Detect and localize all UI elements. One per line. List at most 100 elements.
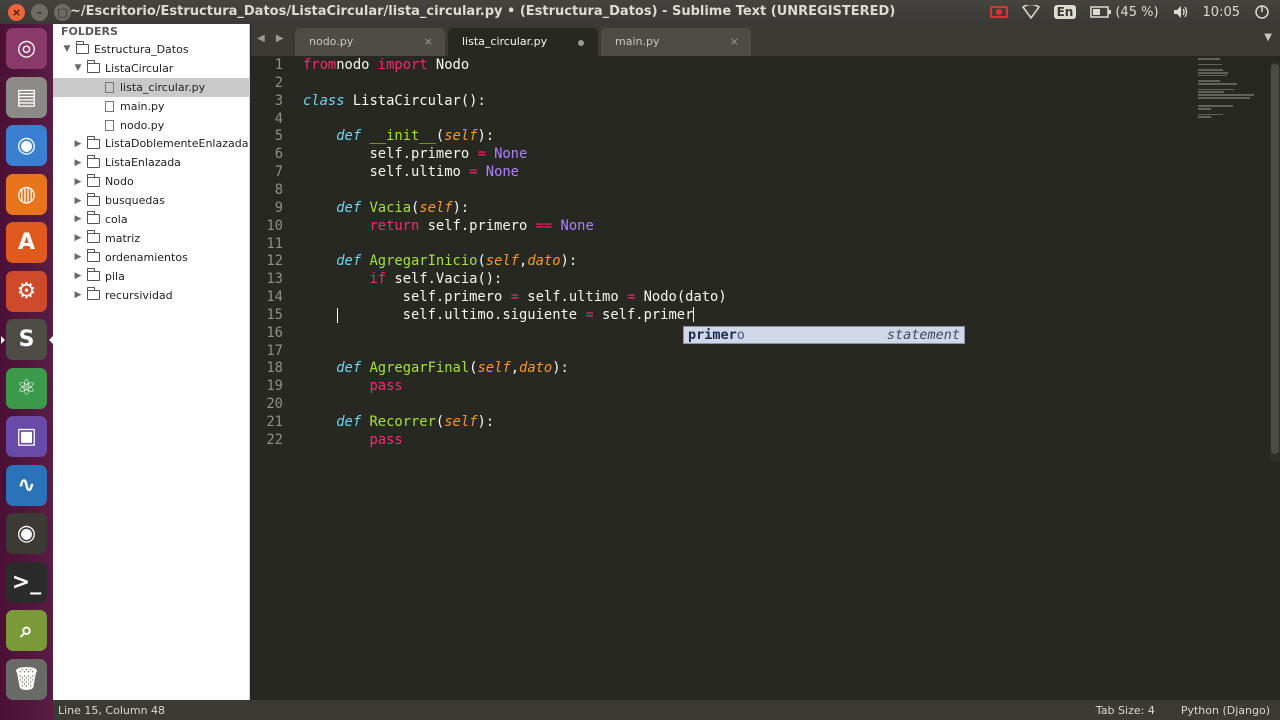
- folder-item[interactable]: ▶ recursividad: [53, 286, 249, 305]
- system-monitor-icon[interactable]: ∿: [6, 464, 47, 506]
- code-token: =: [477, 146, 486, 163]
- chromium-icon[interactable]: ◉: [6, 125, 47, 166]
- folder-item[interactable]: ▶ pila: [53, 267, 249, 286]
- system-settings-icon[interactable]: ⚙: [6, 270, 47, 312]
- line-number: 8: [274, 181, 283, 198]
- session-menu-icon[interactable]: [1254, 4, 1270, 20]
- vertical-scrollbar[interactable]: [1270, 62, 1280, 462]
- folder-item[interactable]: ▼ ListaCircular: [53, 59, 249, 78]
- folder-item[interactable]: ▶ ListaEnlazada: [53, 153, 249, 172]
- media-player-icon[interactable]: ▣: [6, 416, 47, 457]
- code-line[interactable]: 12 def AgregarInicio(self,dato):: [251, 253, 1151, 271]
- code-line[interactable]: 18 def AgregarFinal(self,dato):: [251, 360, 1151, 378]
- disclosure-open-icon[interactable]: ▼: [61, 44, 73, 54]
- tab-menu-icon[interactable]: ▼: [1264, 32, 1272, 43]
- sublime-text-icon[interactable]: S: [1, 319, 53, 360]
- battery-indicator[interactable]: (45 %): [1090, 5, 1159, 20]
- screen-recorder-icon[interactable]: [989, 6, 1008, 18]
- code-line[interactable]: 17: [251, 343, 1151, 361]
- ubuntu-dash-icon[interactable]: ◎: [6, 28, 47, 69]
- folder-item[interactable]: ▼ Estructura_Datos: [53, 40, 249, 59]
- folder-item[interactable]: ▶ ListaDoblementeEnlazada: [53, 134, 249, 153]
- code-line[interactable]: 19 pass: [251, 378, 1151, 396]
- code-token: (: [477, 253, 486, 270]
- syntax-selector[interactable]: Python (Django): [1181, 704, 1270, 717]
- code-line[interactable]: 20: [251, 396, 1151, 414]
- disclosure-closed-icon[interactable]: ▶: [72, 214, 84, 224]
- minimap-line: [1198, 69, 1224, 71]
- file-item[interactable]: nodo.py: [53, 116, 249, 135]
- software-center-icon[interactable]: A: [6, 222, 47, 263]
- tree-item-label: cola: [105, 212, 128, 226]
- code-line[interactable]: 9 def Vacia(self):: [251, 200, 1151, 218]
- firefox-icon[interactable]: ◍: [6, 173, 47, 215]
- close-window-button[interactable]: ×: [8, 3, 25, 21]
- code-line[interactable]: 5 def __init__(self):: [251, 128, 1151, 146]
- code-editor[interactable]: primero statement 1 fromnodo import Nodo 2…: [251, 56, 1280, 700]
- code-line[interactable]: 10 return self.primero == None: [251, 218, 1151, 236]
- folder-item[interactable]: ▶ ordenamientos: [53, 248, 249, 267]
- disclosure-closed-icon[interactable]: ▶: [72, 252, 84, 262]
- code-line[interactable]: 7 self.ultimo = None: [251, 164, 1151, 182]
- minimap-line: [1198, 80, 1220, 82]
- folder-item[interactable]: ▶ matriz: [53, 229, 249, 248]
- tab-main-py[interactable]: main.py ×: [601, 28, 751, 56]
- code-token: self.ultimo: [518, 289, 627, 306]
- code-line[interactable]: 4: [251, 111, 1151, 129]
- code-line[interactable]: 13 if self.Vacia():: [251, 271, 1151, 289]
- atom-app-icon[interactable]: ⚛: [6, 367, 47, 409]
- tab-nav-arrows[interactable]: ◀ ▶: [257, 33, 288, 44]
- code-line[interactable]: 21 def Recorrer(self):: [251, 414, 1151, 432]
- file-item[interactable]: lista_circular.py: [53, 77, 249, 97]
- folder-item[interactable]: ▶ busquedas: [53, 191, 249, 210]
- trash-icon[interactable]: 🗑: [6, 658, 47, 700]
- close-tab-icon[interactable]: ×: [424, 28, 433, 56]
- webcam-icon[interactable]: ◉: [6, 513, 47, 554]
- disclosure-open-icon[interactable]: ▼: [72, 63, 84, 73]
- code-line[interactable]: 1 fromnodo import Nodo: [251, 57, 1151, 75]
- close-tab-icon[interactable]: ×: [730, 28, 739, 56]
- disclosure-closed-icon[interactable]: ▶: [72, 158, 84, 168]
- code-line[interactable]: 14 self.primero = self.ultimo = Nodo(dat…: [251, 289, 1151, 307]
- code-line[interactable]: 11: [251, 236, 1151, 254]
- code-token: Nodo: [427, 57, 470, 73]
- maximize-window-button[interactable]: □: [54, 3, 71, 21]
- code-line[interactable]: 2: [251, 75, 1151, 93]
- code-line[interactable]: 22 pass: [251, 432, 1151, 450]
- disclosure-closed-icon[interactable]: ▶: [72, 290, 84, 300]
- disclosure-closed-icon[interactable]: ▶: [72, 177, 84, 187]
- code-token: dato: [527, 253, 561, 270]
- line-number: 10: [266, 217, 283, 234]
- folder-icon: [87, 249, 100, 263]
- disclosure-closed-icon[interactable]: ▶: [72, 196, 84, 206]
- folder-item[interactable]: ▶ Nodo: [53, 172, 249, 191]
- code-line[interactable]: 6 self.primero = None: [251, 146, 1151, 164]
- tab-nodo-py[interactable]: nodo.py ×: [295, 28, 445, 56]
- screenshot-icon[interactable]: ⌕: [6, 610, 47, 651]
- tab-lista-circular-py[interactable]: lista_circular.py: [448, 28, 598, 56]
- terminal-icon[interactable]: >_: [6, 561, 47, 603]
- minimize-window-button[interactable]: –: [31, 3, 48, 21]
- tree-item-label: busquedas: [105, 194, 165, 208]
- clock[interactable]: 10:05: [1203, 5, 1240, 20]
- disclosure-closed-icon[interactable]: ▶: [72, 271, 84, 281]
- network-icon[interactable]: [1021, 5, 1040, 19]
- disclosure-closed-icon[interactable]: ▶: [72, 139, 84, 149]
- code-line[interactable]: 15 self.ultimo.siguiente = self.primer: [251, 307, 1151, 325]
- file-item[interactable]: main.py: [53, 97, 249, 116]
- minimap[interactable]: [1198, 58, 1268, 118]
- keyboard-layout-indicator[interactable]: En: [1053, 5, 1077, 19]
- tab-size-selector[interactable]: Tab Size: 4: [1096, 704, 1155, 717]
- line-number: 2: [274, 74, 283, 91]
- code-line[interactable]: 8: [251, 182, 1151, 200]
- scrollbar-thumb[interactable]: [1271, 64, 1279, 454]
- unsaved-dot-icon[interactable]: [578, 40, 584, 46]
- code-token: AgregarInicio: [369, 253, 478, 270]
- code-line[interactable]: 3 class ListaCircular():: [251, 93, 1151, 111]
- code-line[interactable]: 16: [251, 325, 1151, 343]
- files-icon[interactable]: ▤: [6, 76, 47, 118]
- volume-icon[interactable]: [1173, 5, 1189, 19]
- disclosure-closed-icon[interactable]: ▶: [72, 233, 84, 243]
- folder-item[interactable]: ▶ cola: [53, 210, 249, 229]
